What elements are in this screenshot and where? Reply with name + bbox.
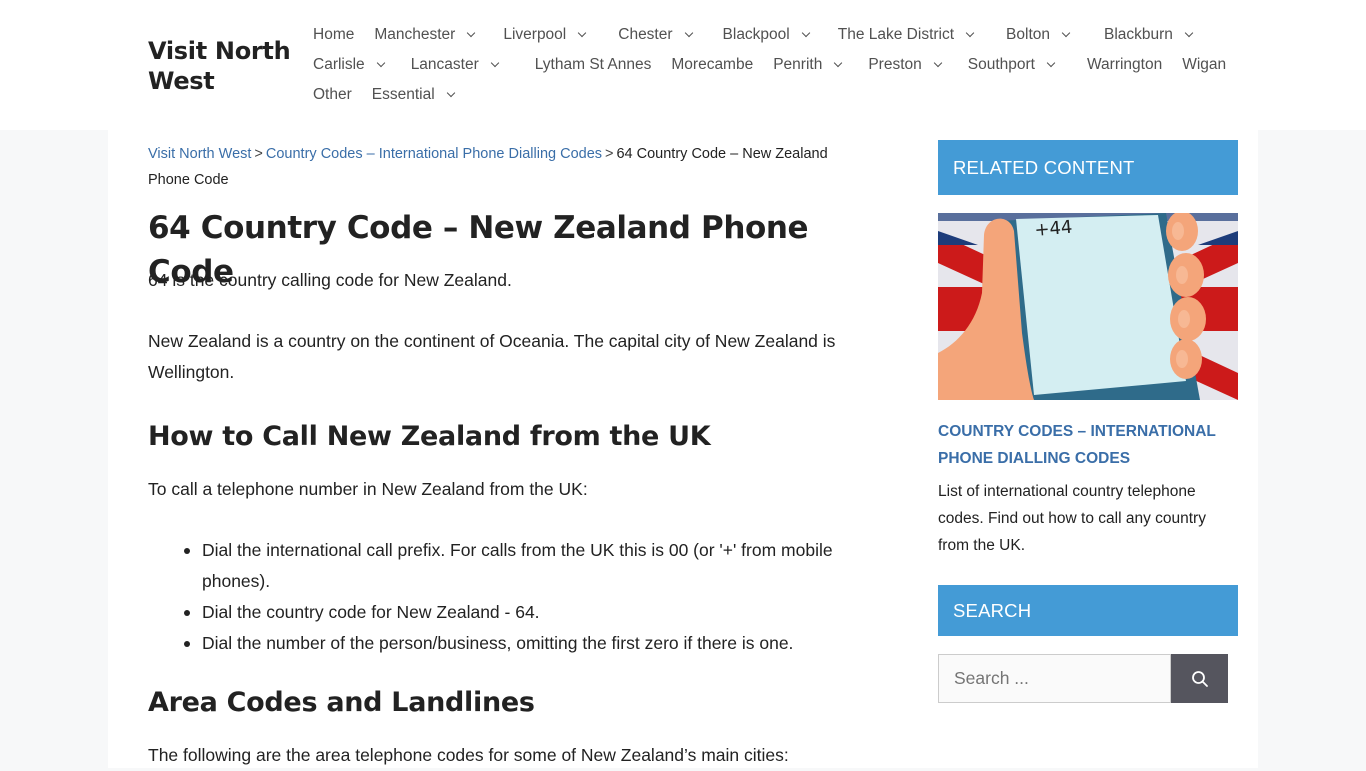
related-content-description: List of international country telephone … xyxy=(938,483,1206,554)
chevron-down-icon[interactable] xyxy=(574,30,592,40)
nav-item-label: Bolton xyxy=(1006,26,1050,43)
list-item: Dial the country code for New Zealand - … xyxy=(148,597,868,628)
nav-item-carlisle[interactable]: Carlisle xyxy=(313,56,391,74)
list-item: Dial the number of the person/business, … xyxy=(148,628,868,659)
nav-item-label: The Lake District xyxy=(837,26,955,43)
nav-item-morecambe[interactable]: Morecambe xyxy=(671,56,753,74)
nav-item-lytham-st-annes[interactable]: Lytham St Annes xyxy=(535,56,652,74)
how-to-call-heading: How to Call New Zealand from the UK xyxy=(148,421,711,452)
about-paragraph: New Zealand is a country on the continen… xyxy=(148,331,836,382)
intro-paragraph: 64 is the country calling code for New Z… xyxy=(148,270,512,290)
related-content-title: RELATED CONTENT xyxy=(938,140,1238,195)
related-content-link[interactable]: Country Codes – International Phone Dial… xyxy=(938,418,1238,472)
search-form xyxy=(938,654,1228,703)
nav-item-label: Home xyxy=(313,26,355,43)
chevron-down-icon[interactable] xyxy=(798,30,816,40)
nav-item-label: Morecambe xyxy=(671,56,754,73)
area-codes-heading: Area Codes and Landlines xyxy=(148,687,535,718)
nav-item-penrith[interactable]: Penrith xyxy=(773,56,848,74)
site-header: Visit North West Home Manchester Liverpool… xyxy=(0,0,1366,130)
chevron-down-icon[interactable] xyxy=(1181,30,1199,40)
nav-item-label: Warrington xyxy=(1086,56,1163,73)
nav-item-label: Preston xyxy=(868,56,922,73)
nav-item-label: Other xyxy=(313,86,352,103)
nav-item-label: Liverpool xyxy=(503,26,567,43)
chevron-down-icon[interactable] xyxy=(681,30,699,40)
nav-item-blackpool[interactable]: Blackpool xyxy=(723,26,816,44)
nav-item-home[interactable]: Home xyxy=(313,26,354,44)
breadcrumb: Visit North West > Country Codes – Interna… xyxy=(148,141,868,193)
search-icon xyxy=(1191,670,1208,687)
related-image-text: +44 xyxy=(1034,217,1074,241)
nav-item-label: Penrith xyxy=(773,56,823,73)
nav-item-wigan[interactable]: Wigan xyxy=(1182,56,1226,74)
chevron-down-icon[interactable] xyxy=(487,60,505,70)
nav-item-the-lake-district[interactable]: The Lake District xyxy=(838,26,980,44)
search-button[interactable] xyxy=(1171,654,1228,703)
chevron-down-icon[interactable] xyxy=(1058,30,1076,40)
phone-in-hand-illustration: +44 xyxy=(938,213,1238,400)
nav-row: Other Essential xyxy=(313,80,1213,110)
nav-item-label: Lancaster xyxy=(410,56,479,73)
nav-item-label: Lytham St Annes xyxy=(534,56,652,73)
nav-item-warrington[interactable]: Warrington xyxy=(1087,56,1162,74)
related-content-image[interactable]: +44 xyxy=(938,213,1238,400)
nav-item-other[interactable]: Other xyxy=(313,86,352,104)
search-widget-title: SEARCH xyxy=(938,585,1238,636)
nav-item-label: Blackpool xyxy=(722,26,790,43)
chevron-down-icon[interactable] xyxy=(373,60,391,70)
nav-item-lancaster[interactable]: Lancaster xyxy=(411,56,505,74)
nav-item-bolton[interactable]: Bolton xyxy=(1006,26,1076,44)
nav-row: Home Manchester Liverpool Chester Blackpool T… xyxy=(313,20,1213,50)
nav-item-label: Essential xyxy=(371,86,435,103)
chevron-down-icon[interactable] xyxy=(930,60,948,70)
nav-item-label: Carlisle xyxy=(313,56,365,73)
breadcrumb-parent-link[interactable]: Country Codes – International Phone Dial… xyxy=(266,146,602,162)
chevron-down-icon[interactable] xyxy=(1043,60,1061,70)
nav-item-label: Southport xyxy=(967,56,1035,73)
how-to-call-intro: To call a telephone number in New Zealan… xyxy=(148,479,588,499)
nav-item-preston[interactable]: Preston xyxy=(868,56,947,74)
nav-item-liverpool[interactable]: Liverpool xyxy=(503,26,592,44)
sidebar: RELATED CONTENT +44 Country Codes – Inte… xyxy=(938,140,1238,703)
chevron-down-icon[interactable] xyxy=(830,60,848,70)
nav-item-label: Manchester xyxy=(374,26,456,43)
nav-item-essential[interactable]: Essential xyxy=(372,86,461,104)
main-nav: Home Manchester Liverpool Chester Blackpool T… xyxy=(313,20,1226,110)
nav-item-label: Wigan xyxy=(1182,56,1227,73)
chevron-down-icon[interactable] xyxy=(443,90,461,100)
dialing-steps-list: Dial the international call prefix. For … xyxy=(148,535,868,659)
chevron-down-icon[interactable] xyxy=(463,30,481,40)
nav-item-label: Chester xyxy=(618,26,673,43)
search-input[interactable] xyxy=(938,654,1171,703)
site-title[interactable]: Visit North West xyxy=(148,36,298,96)
nav-item-blackburn[interactable]: Blackburn xyxy=(1104,26,1199,44)
area-codes-intro: The following are the area telephone cod… xyxy=(148,745,789,765)
nav-item-manchester[interactable]: Manchester xyxy=(374,26,481,44)
list-item: Dial the international call prefix. For … xyxy=(148,535,868,597)
breadcrumb-separator: > xyxy=(254,146,263,162)
nav-row: Carlisle Lancaster Lytham St Annes Morecamb… xyxy=(313,50,1226,80)
nav-item-southport[interactable]: Southport xyxy=(968,56,1061,74)
nav-item-chester[interactable]: Chester xyxy=(618,26,698,44)
chevron-down-icon[interactable] xyxy=(962,30,980,40)
nav-item-label: Blackburn xyxy=(1104,26,1173,43)
breadcrumb-separator: > xyxy=(605,146,614,162)
breadcrumb-home-link[interactable]: Visit North West xyxy=(148,146,251,162)
